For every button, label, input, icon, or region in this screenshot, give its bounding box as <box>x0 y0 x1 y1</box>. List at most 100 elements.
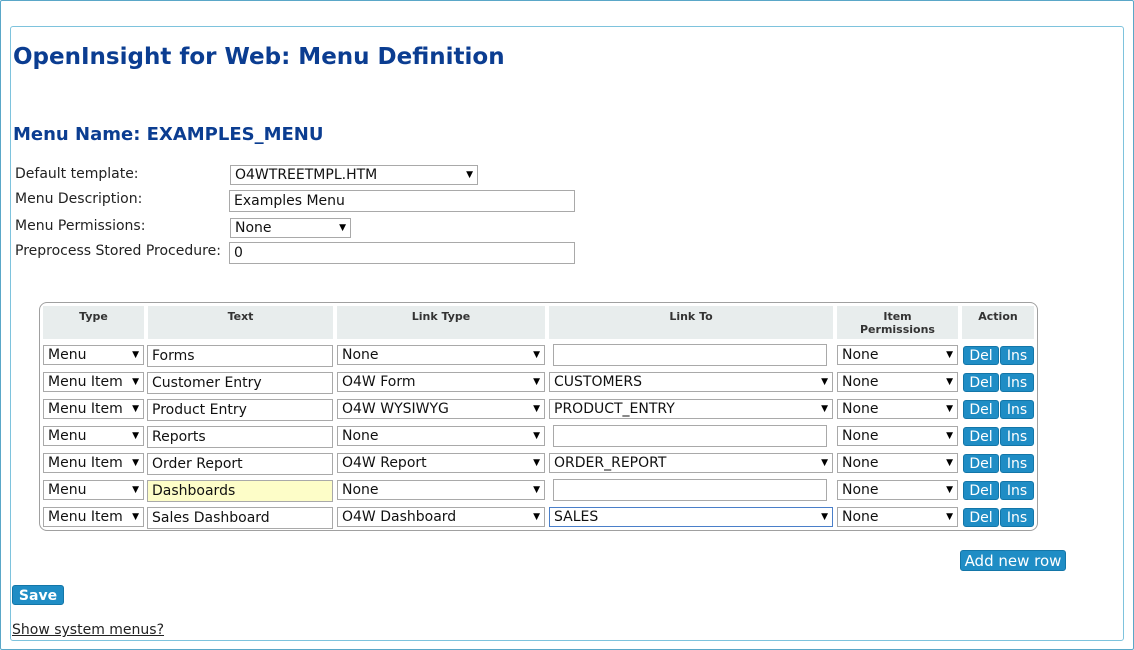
type-value: Menu Item <box>48 509 123 525</box>
default-template-select[interactable]: O4WTREETMPL.HTM ▼ <box>230 165 478 185</box>
chevron-down-icon: ▼ <box>821 512 828 522</box>
link-type-value: O4W WYSIWYG <box>342 401 449 417</box>
chevron-down-icon: ▼ <box>533 458 540 468</box>
link-type-select[interactable]: None ▼ <box>337 480 545 500</box>
menu-name-heading: Menu Name: EXAMPLES_MENU <box>13 124 324 145</box>
link-to-value: ORDER_REPORT <box>554 455 667 471</box>
link-to-input[interactable] <box>553 344 827 366</box>
header-action: Action <box>962 306 1034 339</box>
chevron-down-icon: ▼ <box>132 431 139 441</box>
text-input[interactable]: Customer Entry <box>147 372 333 394</box>
chevron-down-icon: ▼ <box>339 223 346 233</box>
chevron-down-icon: ▼ <box>946 458 953 468</box>
chevron-down-icon: ▼ <box>533 512 540 522</box>
link-type-select[interactable]: None ▼ <box>337 426 545 446</box>
add-new-row-button[interactable]: Add new row <box>960 550 1066 571</box>
insert-row-button[interactable]: Ins <box>1000 508 1034 527</box>
chevron-down-icon: ▼ <box>132 350 139 360</box>
link-to-input[interactable] <box>553 479 827 501</box>
link-to-select[interactable]: PRODUCT_ENTRY ▼ <box>549 399 833 419</box>
link-type-select[interactable]: None ▼ <box>337 345 545 365</box>
type-select[interactable]: Menu Item ▼ <box>43 453 144 473</box>
item-permissions-value: None <box>842 428 879 444</box>
insert-row-button[interactable]: Ins <box>1000 481 1034 500</box>
chevron-down-icon: ▼ <box>132 404 139 414</box>
insert-row-button[interactable]: Ins <box>1000 346 1034 365</box>
link-to-select[interactable]: CUSTOMERS ▼ <box>549 372 833 392</box>
item-permissions-select[interactable]: None ▼ <box>837 426 958 446</box>
default-template-value: O4WTREETMPL.HTM <box>235 167 378 183</box>
menu-description-input[interactable]: Examples Menu <box>229 190 575 212</box>
item-permissions-select[interactable]: None ▼ <box>837 372 958 392</box>
link-to-select[interactable]: SALES ▼ <box>549 507 833 527</box>
item-permissions-select[interactable]: None ▼ <box>837 507 958 527</box>
delete-row-button[interactable]: Del <box>963 400 999 419</box>
header-link-type-label: Link Type <box>411 310 471 323</box>
delete-row-button[interactable]: Del <box>963 454 999 473</box>
chevron-down-icon: ▼ <box>946 404 953 414</box>
link-type-value: O4W Report <box>342 455 427 471</box>
text-input[interactable]: Product Entry <box>147 399 333 421</box>
insert-row-button[interactable]: Ins <box>1000 373 1034 392</box>
text-input[interactable]: Dashboards <box>147 480 333 502</box>
header-type: Type <box>43 306 144 339</box>
header-item-permissions: Item Permissions <box>837 306 958 339</box>
delete-row-button[interactable]: Del <box>963 508 999 527</box>
delete-row-button[interactable]: Del <box>963 373 999 392</box>
delete-row-button[interactable]: Del <box>963 346 999 365</box>
header-link-type: Link Type <box>337 306 545 339</box>
link-to-input[interactable] <box>553 425 827 447</box>
type-value: Menu <box>48 347 87 363</box>
item-permissions-value: None <box>842 509 879 525</box>
text-input[interactable]: Order Report <box>147 453 333 475</box>
chevron-down-icon: ▼ <box>946 431 953 441</box>
link-to-value: SALES <box>554 509 599 525</box>
type-value: Menu <box>48 428 87 444</box>
chevron-down-icon: ▼ <box>946 485 953 495</box>
item-permissions-value: None <box>842 374 879 390</box>
insert-row-button[interactable]: Ins <box>1000 427 1034 446</box>
link-to-select[interactable]: ORDER_REPORT ▼ <box>549 453 833 473</box>
header-text: Text <box>148 306 333 339</box>
text-input[interactable]: Forms <box>147 345 333 367</box>
type-select[interactable]: Menu Item ▼ <box>43 399 144 419</box>
page-title: OpenInsight for Web: Menu Definition <box>13 44 505 70</box>
item-permissions-select[interactable]: None ▼ <box>837 480 958 500</box>
type-select[interactable]: Menu Item ▼ <box>43 372 144 392</box>
item-permissions-value: None <box>842 455 879 471</box>
item-permissions-select[interactable]: None ▼ <box>837 399 958 419</box>
item-permissions-select[interactable]: None ▼ <box>837 453 958 473</box>
text-input[interactable]: Reports <box>147 426 333 448</box>
chevron-down-icon: ▼ <box>466 170 473 180</box>
delete-row-button[interactable]: Del <box>963 427 999 446</box>
insert-row-button[interactable]: Ins <box>1000 454 1034 473</box>
link-to-value: CUSTOMERS <box>554 374 643 390</box>
save-button[interactable]: Save <box>12 585 64 605</box>
chevron-down-icon: ▼ <box>821 458 828 468</box>
chevron-down-icon: ▼ <box>533 431 540 441</box>
type-value: Menu Item <box>48 455 123 471</box>
item-permissions-select[interactable]: None ▼ <box>837 345 958 365</box>
menu-permissions-select[interactable]: None ▼ <box>230 218 351 238</box>
text-input[interactable]: Sales Dashboard <box>147 507 333 529</box>
type-select[interactable]: Menu Item ▼ <box>43 507 144 527</box>
type-value: Menu Item <box>48 374 123 390</box>
delete-row-button[interactable]: Del <box>963 481 999 500</box>
link-type-select[interactable]: O4W Report ▼ <box>337 453 545 473</box>
link-type-select[interactable]: O4W Form ▼ <box>337 372 545 392</box>
show-system-menus-link[interactable]: Show system menus? <box>12 622 164 638</box>
link-type-value: O4W Dashboard <box>342 509 457 525</box>
chevron-down-icon: ▼ <box>946 512 953 522</box>
type-select[interactable]: Menu ▼ <box>43 480 144 500</box>
type-select[interactable]: Menu ▼ <box>43 345 144 365</box>
insert-row-button[interactable]: Ins <box>1000 400 1034 419</box>
chevron-down-icon: ▼ <box>533 350 540 360</box>
type-select[interactable]: Menu ▼ <box>43 426 144 446</box>
link-type-select[interactable]: O4W Dashboard ▼ <box>337 507 545 527</box>
header-action-label: Action <box>978 310 1018 323</box>
link-type-select[interactable]: O4W WYSIWYG ▼ <box>337 399 545 419</box>
preprocess-input[interactable]: 0 <box>229 242 575 264</box>
chevron-down-icon: ▼ <box>132 485 139 495</box>
header-type-label: Type <box>79 310 108 323</box>
menu-permissions-value: None <box>235 220 272 236</box>
